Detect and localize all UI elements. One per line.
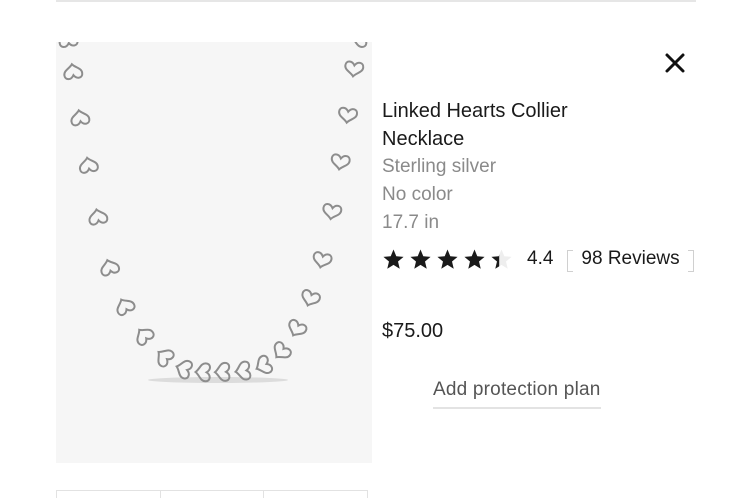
product-color: No color — [382, 184, 453, 205]
reviews-link[interactable]: 98 Reviews — [567, 248, 694, 272]
heart-link — [100, 258, 121, 277]
star-full-icon — [437, 248, 458, 269]
product-price: $75.00 — [382, 320, 444, 342]
heart-link — [70, 108, 91, 127]
close-icon — [665, 53, 685, 73]
rating-stars — [382, 248, 513, 271]
product-material: Sterling silver — [382, 156, 497, 177]
heart-link — [255, 354, 274, 374]
heart-link — [116, 298, 136, 317]
heart-link — [63, 62, 84, 81]
product-size: 17.7 in — [382, 212, 440, 233]
close-button[interactable] — [660, 48, 690, 78]
heart-link — [136, 328, 155, 346]
heart-link — [350, 42, 368, 49]
heart-link — [157, 349, 175, 368]
rating-row: 4.4 98 Reviews — [382, 246, 752, 272]
heart-link — [79, 156, 99, 174]
rating-value: 4.4 — [527, 248, 554, 269]
heart-link — [322, 203, 343, 221]
add-protection-plan-button[interactable]: Add protection plan — [433, 379, 601, 409]
star-half-icon — [491, 248, 512, 269]
star-full-icon — [464, 248, 485, 269]
heart-link — [312, 251, 333, 269]
product-image — [56, 42, 372, 463]
heart-link — [88, 207, 109, 226]
product-info: Linked Hearts Collier Necklace Sterling … — [382, 97, 742, 237]
heart-link — [301, 289, 321, 307]
heart-link — [344, 60, 365, 78]
heart-link — [330, 153, 351, 171]
star-full-icon — [383, 248, 404, 269]
heart-link — [175, 359, 193, 380]
heart-link — [273, 341, 292, 359]
necklace-shadow — [148, 377, 288, 383]
top-divider — [56, 0, 696, 2]
star-full-icon — [410, 248, 431, 269]
heart-link — [58, 42, 79, 48]
heart-link — [288, 318, 308, 337]
heart-link — [338, 106, 358, 125]
necklace-illustration — [58, 42, 368, 383]
product-title: Linked Hearts Collier Necklace — [382, 100, 568, 150]
